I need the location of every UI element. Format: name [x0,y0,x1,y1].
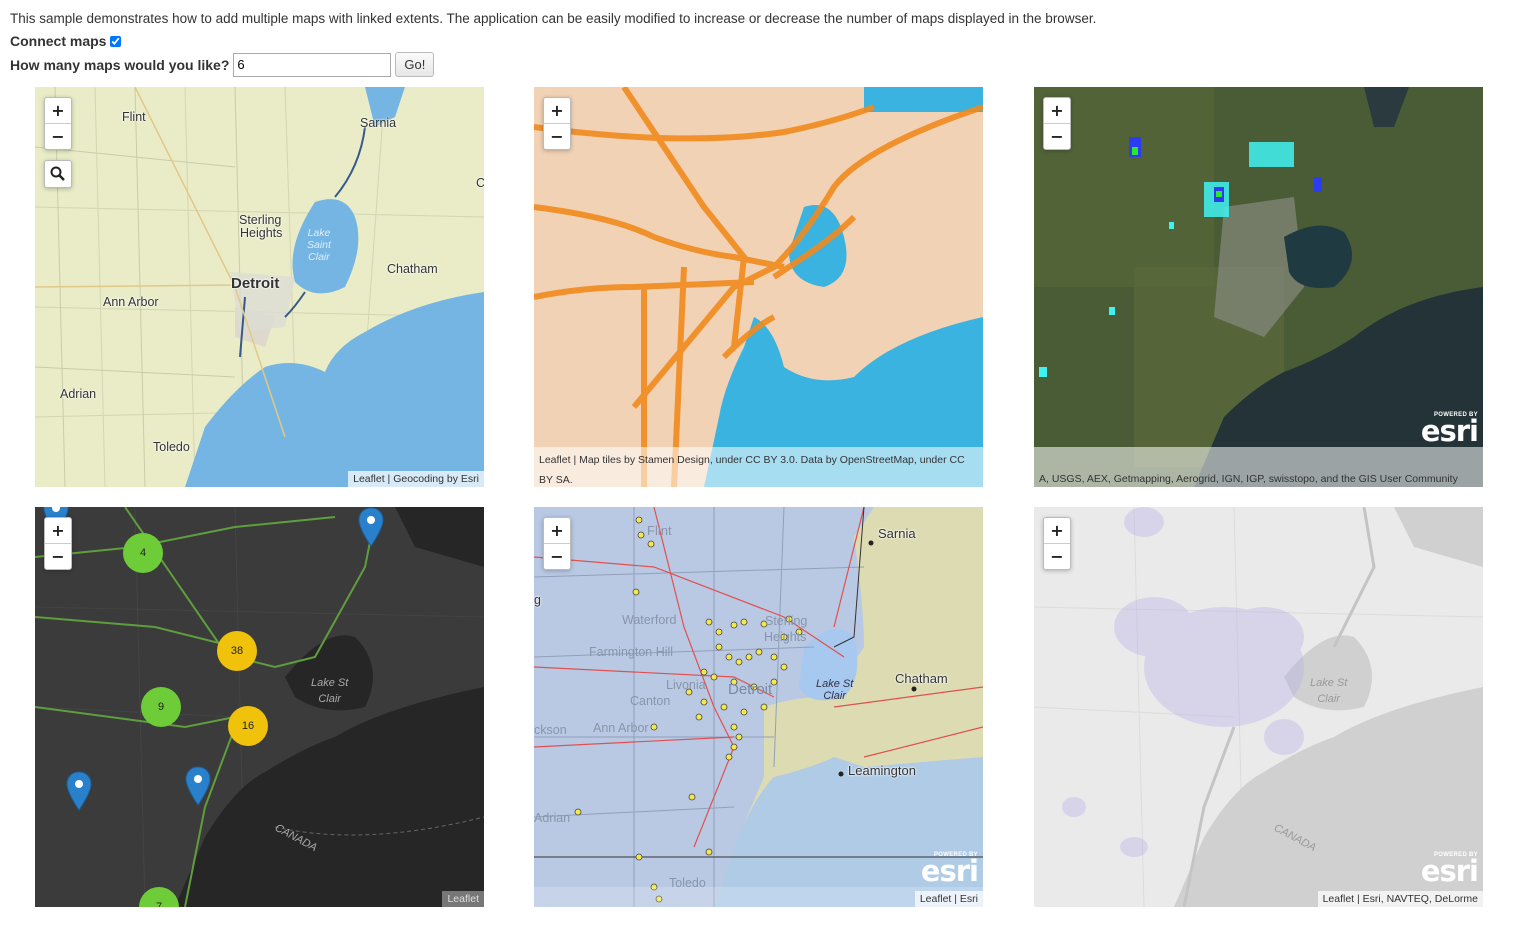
label-toledo: Toledo [153,440,190,454]
map-4-zoom-control: + − [44,517,72,570]
label-waterford: Waterford [622,613,677,627]
label-ann-arbor: Ann Arbor [103,295,159,309]
marker-cluster[interactable]: 16 [228,706,268,746]
zoom-out-button[interactable]: − [1044,544,1070,569]
label-lake-st-clair: Lake St Clair [311,677,349,705]
label-ann-arbor: Ann Arbor [593,721,649,735]
label-detroit: Detroit [231,275,280,292]
label-livonia: Livonia [666,678,706,692]
map-2-attribution: Leaflet | Map tiles by Stamen Design, un… [539,454,965,486]
map-5-topo-points[interactable]: Flint Sarnia g Waterford Sterling Height… [534,507,983,907]
zoom-in-button[interactable]: + [45,98,71,124]
label-sterling: Sterling [765,614,808,628]
search-icon [50,166,65,181]
map-4-dark-clusters[interactable]: Lake St Clair CANADA 4 38 9 16 7 + − Lea… [35,507,484,907]
zoom-out-button[interactable]: − [1044,124,1070,149]
label-ckson: ckson [534,723,567,737]
map-2-basemap [534,87,983,487]
label-flint: Flint [122,110,146,124]
map-6-attribution: Leaflet | Esri, NAVTEQ, DeLorme [1317,891,1483,907]
map-marker-pin-icon[interactable] [358,507,384,547]
label-farmington: Farmington Hill [589,645,674,659]
marker-cluster[interactable]: 38 [217,631,257,671]
marker-cluster[interactable]: 9 [141,687,181,727]
map-6-basemap [1034,507,1483,907]
geocode-search-button[interactable] [44,160,72,188]
map-count-label: How many maps would you like? [10,56,230,73]
map-3-attribution: A, USGS, AEX, Getmapping, Aerogrid, IGN,… [1039,473,1458,485]
zoom-in-button[interactable]: + [544,518,570,544]
zoom-in-button[interactable]: + [1044,98,1070,124]
connect-maps-label: Connect maps [10,33,107,49]
zoom-in-button[interactable]: + [1044,518,1070,544]
map-marker-pin-icon[interactable] [66,771,92,811]
label-lake-st-clair: Lake St Clair [816,678,854,702]
label-leamington: Leamington [848,763,916,778]
map-3-imagery[interactable]: + − POWERED BY esri A, USGS, AEX, Getmap… [1034,87,1483,487]
zoom-in-button[interactable]: + [544,98,570,124]
map-5-esri-logo: POWERED BY esri [920,852,979,888]
zoom-out-button[interactable]: − [45,544,71,569]
map-count-row: How many maps would you like? Go! [10,52,435,77]
go-button[interactable]: Go! [395,52,435,77]
label-toledo: Toledo [669,876,706,890]
intro-text: This sample demonstrates how to add mult… [10,11,1097,26]
zoom-out-button[interactable]: − [544,544,570,569]
map-6-zoom-control: + − [1043,517,1071,570]
label-lake-st-clair: Lake St Clair [1310,677,1348,705]
label-g: g [534,593,541,607]
label-canton: Canton [630,694,671,708]
map-6-esri-logo: POWERED BY esri [1420,852,1479,888]
map-4-attribution: Leaflet [442,891,484,907]
label-chatham: Chatham [387,262,438,276]
zoom-out-button[interactable]: − [45,124,71,149]
map-1-attribution: Leaflet | Geocoding by Esri [348,471,484,487]
marker-cluster[interactable]: 4 [123,533,163,573]
label-sarnia: Sarnia [878,526,916,541]
map-3-zoom-control: + − [1043,97,1071,150]
label-adrian: Adrian [60,387,97,401]
connect-maps-checkbox[interactable] [110,35,122,47]
label-chatham: Chatham [895,671,948,686]
label-c: C [476,176,484,190]
map-1-zoom-control: + − [44,97,72,150]
label-lake-st-clair: Lake Saint Clair [307,227,331,263]
map-5-basemap [534,507,983,907]
map-4-basemap [35,507,484,907]
map-5-zoom-control: + − [543,517,571,570]
label-sterling: Sterling [239,213,282,227]
map-1-streets[interactable]: Flint Sarnia C Sterling Heights Lake Sai… [35,87,484,487]
label-flint: Flint [647,523,672,538]
zoom-out-button[interactable]: − [544,124,570,149]
label-detroit: Detroit [728,681,773,698]
map-count-input[interactable] [233,52,392,77]
map-2-zoom-control: + − [543,97,571,150]
label-heights: Heights [240,226,283,240]
label-adrian: Adrian [534,811,571,825]
map-6-light-gray-heat[interactable]: Lake St Clair CANADA + − POWERED BY esri… [1034,507,1483,907]
connect-maps-row: Connect maps [10,33,122,49]
map-3-esri-logo: POWERED BY esri [1420,412,1479,448]
label-sarnia: Sarnia [360,116,397,130]
map-marker-pin-icon[interactable] [185,766,211,806]
label-heights: Heights [764,630,807,644]
map-5-attribution: Leaflet | Esri [914,891,983,907]
map-2-watercolor[interactable]: + − Leaflet | Map tiles by Stamen Design… [534,87,983,487]
zoom-in-button[interactable]: + [45,518,71,544]
